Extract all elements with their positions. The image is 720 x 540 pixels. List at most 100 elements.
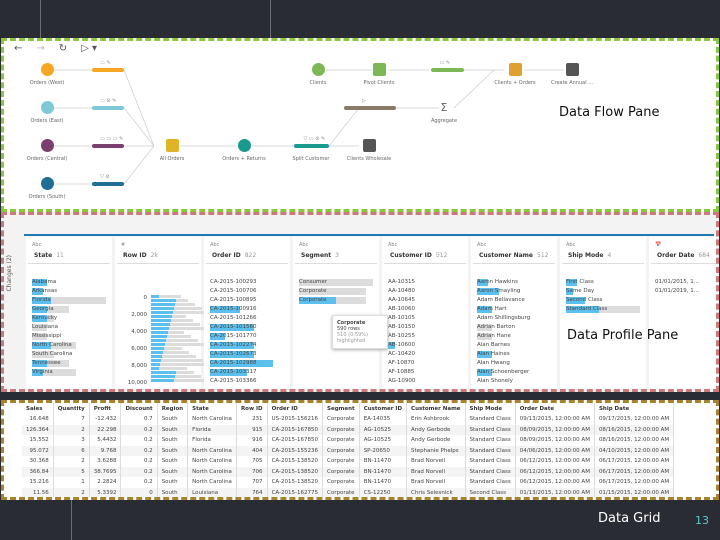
profile-value[interactable]: CA-2015-102274 [210,341,284,350]
table-cell[interactable]: Chris Selesnick [406,487,466,497]
table-cell[interactable]: 08/09/2015, 12:00:00 AM [515,435,595,446]
table-cell[interactable]: South [157,435,189,446]
profile-card[interactable]: Abc State 11 Alabama Arkansas Florida Georgia… [26,237,112,389]
profile-value[interactable]: Aaron Hawkins [477,278,551,287]
profile-value[interactable]: Second Class [566,296,640,305]
profile-value[interactable]: AB-10060 [388,305,462,314]
table-cell[interactable]: 7 [53,414,90,425]
table-cell[interactable]: South [157,487,189,497]
table-cell[interactable]: 705 [236,456,268,467]
table-cell[interactable]: 38.7695 [89,466,122,477]
profile-value[interactable]: Adrian Barton [477,323,551,332]
table-cell[interactable]: 06/17/2015, 12:00:00 AM [594,477,675,488]
table-cell[interactable]: 2.2824 [89,477,122,488]
profile-value[interactable]: Corporate [299,296,373,305]
profile-value[interactable]: Alan Hwang [477,359,551,368]
profile-value[interactable]: Mississippi [32,332,106,341]
table-cell[interactable]: Corporate [322,445,360,456]
table-cell[interactable]: 06/12/2015, 12:00:00 AM [515,456,595,467]
table-cell[interactable]: 915 [236,424,268,435]
table-cell[interactable]: 08/09/2015, 12:00:00 AM [515,424,595,435]
profile-value[interactable]: CA-2015-103366 [210,377,284,386]
flow-node[interactable]: Σ Aggregate [404,101,484,124]
column-header[interactable]: Row ID [236,403,268,414]
table-cell[interactable]: Second Class [465,487,516,497]
table-cell[interactable]: 126.364 [22,424,54,435]
table-cell[interactable]: 2 [53,456,90,467]
clean-step-bar[interactable] [344,106,396,110]
profile-value[interactable]: CA-2015-102673 [210,350,284,359]
table-cell[interactable]: CA-2015-167850 [267,435,324,446]
table-cell[interactable]: Standard Class [465,414,516,425]
table-cell[interactable]: 06/12/2015, 12:00:00 AM [515,466,595,477]
table-cell[interactable]: CA-2015-162775 [267,487,324,497]
table-cell[interactable]: BN-11470 [359,466,408,477]
table-cell[interactable]: 9.768 [89,445,122,456]
profile-value[interactable]: AB-10105 [388,314,462,323]
table-cell[interactable]: South [157,456,189,467]
table-cell[interactable]: 707 [236,477,268,488]
field-header[interactable]: Customer ID 512 [384,248,466,264]
profile-value[interactable]: Georgia [32,305,106,314]
table-cell[interactable]: 2 [53,424,90,435]
profile-value[interactable]: North Carolina [32,341,106,350]
profile-value[interactable]: 01/01/2019, 1... [655,287,716,296]
table-cell[interactable]: 231 [236,414,268,425]
table-cell[interactable]: North Carolina [187,456,237,467]
table-cell[interactable]: -12.432 [89,414,122,425]
table-cell[interactable]: 15.216 [22,477,54,488]
clean-step-bar[interactable] [92,106,124,110]
table-cell[interactable]: 0 [120,487,158,497]
table-cell[interactable]: 3.6288 [89,456,122,467]
table-cell[interactable]: AG-10525 [359,435,408,446]
table-cell[interactable]: BN-11470 [359,456,408,467]
table-cell[interactable]: 366.84 [22,466,54,477]
profile-value[interactable]: CA-2015-100706 [210,287,284,296]
table-cell[interactable]: US-2015-156216 [267,414,324,425]
table-cell[interactable]: 04/10/2015, 12:00:00 AM [594,445,675,456]
column-header[interactable]: Segment [322,403,360,414]
profile-value[interactable]: Aaron Smayling [477,287,551,296]
table-cell[interactable]: 916 [236,435,268,446]
table-cell[interactable]: 0.2 [120,466,158,477]
profile-value[interactable]: First Class [566,278,640,287]
profile-value[interactable]: Virginia [32,368,106,377]
flow-node[interactable]: All Orders [132,139,212,162]
table-cell[interactable]: Brad Norvell [406,466,466,477]
table-cell[interactable]: Corporate [322,424,360,435]
table-cell[interactable]: 6 [53,445,90,456]
flow-node[interactable]: Orders (Central) [7,139,87,162]
table-cell[interactable]: 04/06/2015, 12:00:00 AM [515,445,595,456]
profile-value[interactable]: CA-2015-101770 [210,332,284,341]
table-cell[interactable]: 95.072 [22,445,54,456]
profile-value[interactable]: Adam Bellavance [477,296,551,305]
profile-value[interactable]: AB-10150 [388,323,462,332]
table-cell[interactable]: 08/16/2015, 12:00:00 AM [594,435,675,446]
flow-node[interactable]: Orders (East) [7,101,87,124]
table-cell[interactable]: Louisiana [187,487,237,497]
flow-node[interactable]: Pivot Clients [339,63,419,86]
table-cell[interactable]: Standard Class [465,477,516,488]
table-cell[interactable]: Corporate [322,435,360,446]
table-cell[interactable]: 16.648 [22,414,54,425]
table-cell[interactable]: 0.2 [120,435,158,446]
clean-step-bar[interactable] [294,144,329,148]
profile-value[interactable]: Standard Class [566,305,640,314]
profile-value[interactable]: South Carolina [32,350,106,359]
column-header[interactable]: Quantity [53,403,90,414]
column-header[interactable]: Ship Mode [465,403,516,414]
table-cell[interactable]: Erin Ashbrook [406,414,466,425]
profile-value[interactable]: CA-2015-100916 [210,305,284,314]
table-cell[interactable]: South [157,445,189,456]
profile-value[interactable]: Alan Schoenberger [477,368,551,377]
table-cell[interactable]: 08/16/2015, 12:00:00 AM [594,424,675,435]
clean-step-bar[interactable] [92,68,124,72]
table-cell[interactable]: BN-11470 [359,477,408,488]
table-cell[interactable]: Andy Gerbode [406,424,466,435]
table-cell[interactable]: Florida [187,435,237,446]
table-cell[interactable]: Standard Class [465,456,516,467]
profile-value[interactable]: Arkansas [32,287,106,296]
column-header[interactable]: Region [157,403,189,414]
table-cell[interactable]: 06/12/2015, 12:00:00 AM [515,477,595,488]
column-header[interactable]: Customer Name [406,403,466,414]
